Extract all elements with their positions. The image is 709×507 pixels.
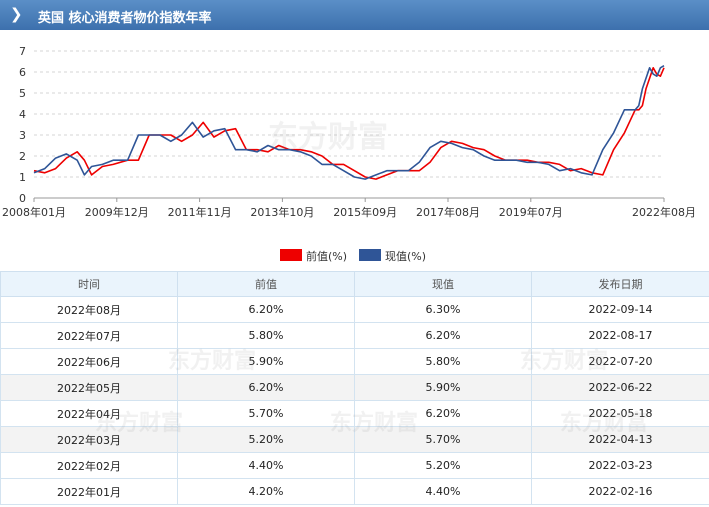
x-tick-label: 2009年12月 [85,205,149,219]
y-tick-label: 6 [19,66,26,79]
cell-release-date: 2022-08-17 [531,322,709,349]
x-tick-label: 2011年11月 [168,205,232,219]
y-tick-label: 2 [19,150,26,163]
x-tick-label: 2017年08月 [416,205,480,219]
table-row: 2022年05月 6.20% 5.90% 2022-06-22 [0,374,709,401]
table-row: 2022年06月 5.90% 5.80% 2022-07-20 [0,348,709,375]
table-row: 2022年01月 4.20% 4.40% 2022-02-16 [0,478,709,505]
chevron-right-icon[interactable]: ❯ [10,5,23,23]
y-tick-label: 3 [19,129,26,142]
cell-current: 4.40% [354,478,532,505]
data-table: 时间 前值 现值 发布日期 2022年08月 6.20% 6.30% 2022-… [0,271,709,505]
y-tick-label: 7 [19,45,26,58]
cell-time: 2022年05月 [0,374,178,401]
line-chart: 0 1 2 3 4 5 6 7 2008年01月 2009年12月 2011年11月 2013年10月… [2,45,696,219]
cell-time: 2022年03月 [0,426,178,453]
page-title: 英国 核心消费者物价指数年率 [38,11,212,26]
column-header-release-date[interactable]: 发布日期 [531,271,709,297]
column-header-previous[interactable]: 前值 [177,271,355,297]
legend-swatch-current [359,249,381,261]
cell-time: 2022年04月 [0,400,178,427]
cell-release-date: 2022-03-23 [531,452,709,479]
cell-current: 6.20% [354,322,532,349]
cell-current: 5.20% [354,452,532,479]
cell-release-date: 2022-05-18 [531,400,709,427]
cell-current: 5.80% [354,348,532,375]
chart-legend: 前值(%) 现值(%) [0,246,709,264]
cell-release-date: 2022-07-20 [531,348,709,375]
column-header-current[interactable]: 现值 [354,271,532,297]
cell-previous: 5.90% [177,348,355,375]
cell-release-date: 2022-04-13 [531,426,709,453]
x-tick-label: 2013年10月 [250,205,314,219]
table-header-row: 时间 前值 现值 发布日期 [0,271,709,297]
table-row: 2022年07月 5.80% 6.20% 2022-08-17 [0,322,709,349]
legend-label-current: 现值(%) [385,250,427,263]
cell-time: 2022年06月 [0,348,178,375]
cell-time: 2022年07月 [0,322,178,349]
cell-release-date: 2022-06-22 [531,374,709,401]
cell-release-date: 2022-02-16 [531,478,709,505]
legend-label-previous: 前值(%) [306,250,348,263]
table-row: 2022年02月 4.40% 5.20% 2022-03-23 [0,452,709,479]
cell-current: 6.30% [354,296,532,323]
cell-previous: 5.80% [177,322,355,349]
table-row: 2022年03月 5.20% 5.70% 2022-04-13 [0,426,709,453]
x-tick-label: 2015年09月 [333,205,397,219]
table-row: 2022年08月 6.20% 6.30% 2022-09-14 [0,296,709,323]
x-tick-label: 2008年01月 [2,205,66,219]
y-tick-label: 4 [19,108,26,121]
series-line-current [33,65,665,180]
cell-previous: 4.20% [177,478,355,505]
cell-current: 5.90% [354,374,532,401]
legend-swatch-previous [280,249,302,261]
y-tick-label: 5 [19,87,26,100]
cell-previous: 6.20% [177,296,355,323]
chart-header: ❯ 英国 核心消费者物价指数年率 [0,0,709,30]
cell-previous: 6.20% [177,374,355,401]
cell-current: 6.20% [354,400,532,427]
column-header-time[interactable]: 时间 [0,271,178,297]
cell-release-date: 2022-09-14 [531,296,709,323]
x-tick-label: 2019年07月 [499,205,563,219]
cell-previous: 5.20% [177,426,355,453]
cell-previous: 5.70% [177,400,355,427]
table-row: 2022年04月 5.70% 6.20% 2022-05-18 [0,400,709,427]
cell-previous: 4.40% [177,452,355,479]
x-tick-label: 2022年08月 [632,205,696,219]
series-line-previous [33,67,665,180]
cell-time: 2022年02月 [0,452,178,479]
cell-current: 5.70% [354,426,532,453]
y-tick-label: 0 [19,192,26,205]
cell-time: 2022年08月 [0,296,178,323]
y-tick-label: 1 [19,171,26,184]
cell-time: 2022年01月 [0,478,178,505]
